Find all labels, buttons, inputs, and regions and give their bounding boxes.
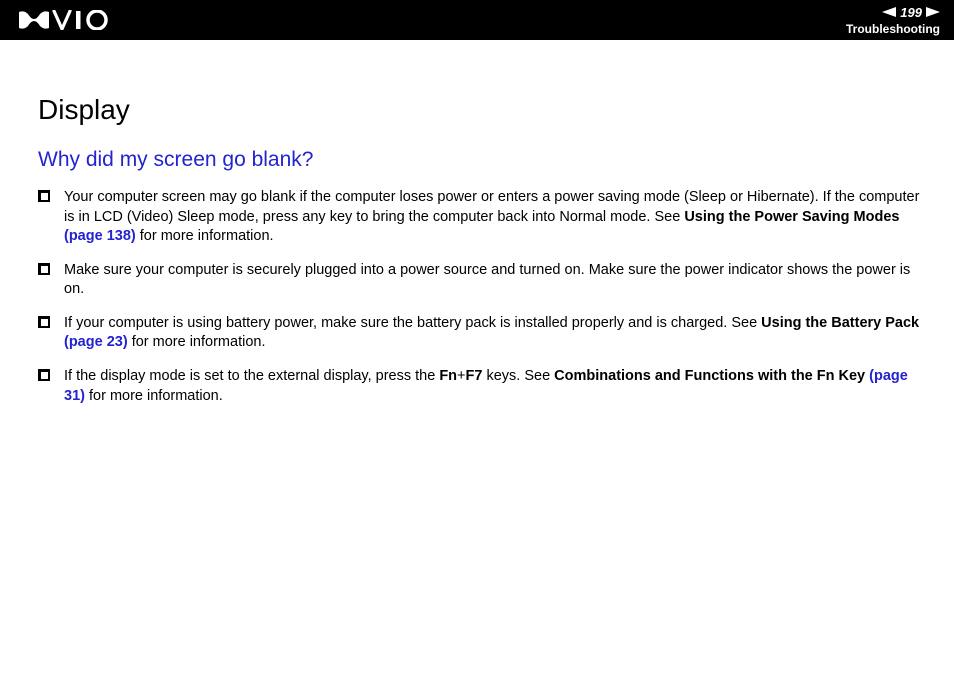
list-item: Make sure your computer is securely plug… (38, 261, 928, 300)
page-link[interactable]: (page 23) (64, 334, 128, 350)
list-item-text: If your computer is using battery power,… (64, 314, 928, 353)
square-bullet-icon (38, 190, 50, 202)
list-item: If the display mode is set to the extern… (38, 367, 928, 406)
page-link[interactable]: (page 138) (64, 228, 136, 244)
page-header: 199 Troubleshooting (0, 0, 954, 40)
square-bullet-icon (38, 316, 50, 328)
troubleshooting-list: Your computer screen may go blank if the… (38, 188, 928, 406)
list-item: If your computer is using battery power,… (38, 314, 928, 353)
list-item-text: If the display mode is set to the extern… (64, 367, 928, 406)
list-item-text: Your computer screen may go blank if the… (64, 188, 928, 247)
page-number: 199 (900, 5, 922, 20)
header-section-label: Troubleshooting (846, 22, 940, 36)
next-page-arrow-icon[interactable] (926, 7, 940, 17)
page-navigator: 199 (882, 5, 940, 20)
list-item-text: Make sure your computer is securely plug… (64, 261, 928, 300)
list-item: Your computer screen may go blank if the… (38, 188, 928, 247)
vaio-logo (18, 10, 110, 30)
square-bullet-icon (38, 263, 50, 275)
square-bullet-icon (38, 369, 50, 381)
page-content: Display Why did my screen go blank? Your… (0, 40, 954, 406)
question-heading: Why did my screen go blank? (38, 148, 928, 172)
header-right: 199 Troubleshooting (846, 5, 940, 36)
section-title: Display (38, 94, 928, 126)
prev-page-arrow-icon[interactable] (882, 7, 896, 17)
